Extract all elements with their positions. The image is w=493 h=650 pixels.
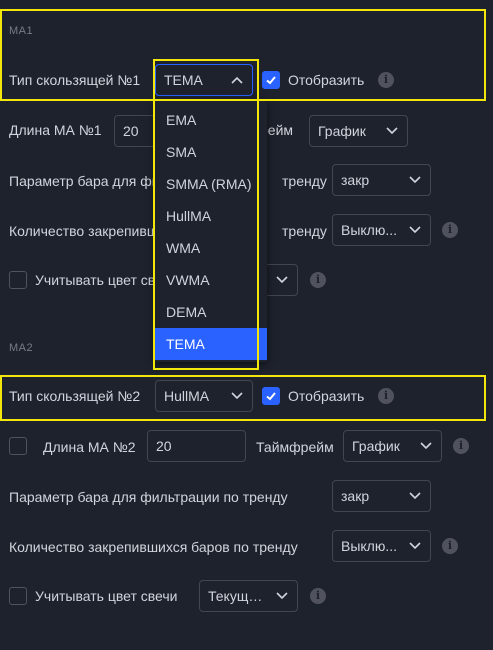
ma1-length-label: Длина МА №1	[9, 122, 102, 138]
ma2-timeframe-value: График	[352, 438, 400, 454]
ma2-candle-checkbox[interactable]	[9, 587, 27, 605]
ma1-bar-param-label: Параметр бара для фи	[9, 173, 160, 189]
ma2-bar-param-value: закр	[341, 488, 370, 504]
ma1-bar-param-select[interactable]: закр	[332, 164, 431, 196]
chevron-down-icon	[275, 581, 289, 611]
ma2-count-value: Выклю...	[341, 538, 398, 554]
ma1-bar-param-label-tail: тренду	[282, 173, 327, 189]
info-icon[interactable]: i	[453, 438, 469, 454]
chevron-down-icon	[419, 431, 433, 461]
ma1-count-label-tail: тренду	[282, 223, 327, 239]
ma2-bar-param-label: Параметр бара для фильтрации по тренду	[9, 489, 288, 505]
ma2-count-label: Количество закрепившихся баров по тренду	[9, 539, 298, 555]
ma1-timeframe-select[interactable]: График	[309, 115, 408, 147]
ma1-candle-label: Учитывать цвет св	[35, 272, 156, 288]
highlight-box-dropdown	[153, 59, 259, 370]
ma1-candle-checkbox[interactable]	[9, 271, 27, 289]
chevron-down-icon	[408, 531, 422, 561]
highlight-box-ma2-row	[0, 375, 486, 421]
chevron-down-icon	[385, 116, 399, 146]
ma1-count-select[interactable]: Выклю...	[332, 214, 431, 246]
chevron-down-icon	[408, 165, 422, 195]
ma1-count-value: Выклю...	[341, 222, 398, 238]
ma2-length-checkbox[interactable]	[9, 437, 27, 455]
ma2-candle-select[interactable]: Текущи...	[199, 580, 298, 612]
info-icon[interactable]: i	[442, 222, 458, 238]
ma2-candle-value: Текущи...	[208, 588, 267, 604]
ma2-candle-label: Учитывать цвет свечи	[35, 588, 178, 604]
ma1-count-label: Количество закрепивш	[9, 223, 159, 239]
ma2-bar-param-select[interactable]: закр	[332, 480, 431, 512]
info-icon[interactable]: i	[310, 272, 326, 288]
ma1-bar-param-value: закр	[341, 172, 370, 188]
ma1-timeframe-value: График	[318, 123, 366, 139]
ma2-count-select[interactable]: Выклю...	[332, 530, 431, 562]
ma2-section-title: MA2	[9, 342, 34, 354]
ma2-length-input[interactable]: 20	[147, 430, 246, 462]
ma2-timeframe-label: Таймфрейм	[256, 439, 334, 455]
chevron-down-icon	[408, 481, 422, 511]
chevron-down-icon	[408, 215, 422, 245]
info-icon[interactable]: i	[442, 538, 458, 554]
chevron-down-icon	[275, 265, 289, 295]
info-icon[interactable]: i	[310, 588, 326, 604]
ma2-timeframe-select[interactable]: График	[343, 430, 442, 462]
ma2-length-label: Длина МА №2	[43, 439, 136, 455]
